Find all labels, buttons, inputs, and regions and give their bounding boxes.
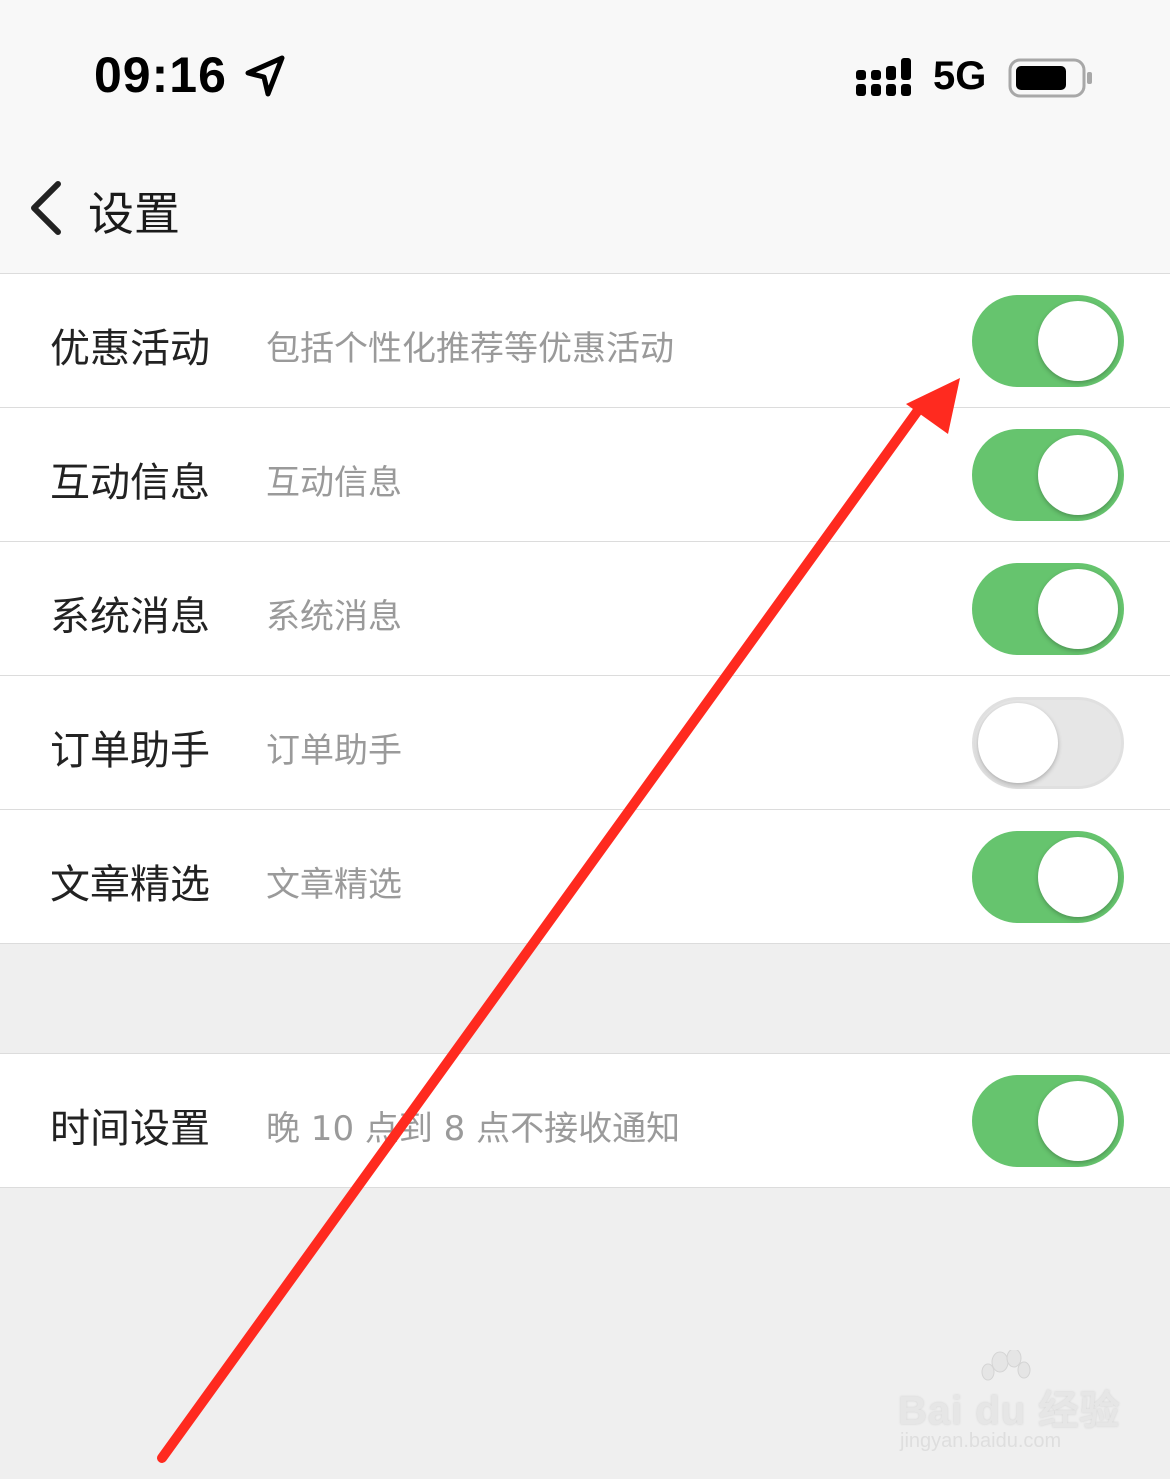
toggle-knob — [978, 703, 1058, 783]
status-bar: 09:16 5G — [0, 0, 1170, 140]
time-settings-list: 时间设置 晚 10 点到 8 点不接收通知 — [0, 1053, 1170, 1188]
order-assistant-toggle[interactable] — [972, 697, 1124, 789]
setting-row-order-assistant: 订单助手 订单助手 — [0, 676, 1170, 810]
setting-description: 订单助手 — [266, 731, 402, 771]
interactions-toggle[interactable] — [972, 429, 1124, 521]
setting-row-system-messages: 系统消息 系统消息 — [0, 542, 1170, 676]
network-type: 5G — [933, 54, 987, 98]
toggle-knob — [1038, 837, 1118, 917]
toggle-knob — [1038, 301, 1118, 381]
status-time: 09:16 — [94, 47, 227, 103]
watermark-brand: Bai du 经验 — [898, 1389, 1121, 1433]
setting-title: 系统消息 — [50, 594, 210, 640]
setting-row-featured-articles: 文章精选 文章精选 — [0, 810, 1170, 943]
navigation-bar: 设置 — [0, 140, 1170, 273]
time-setting-toggle[interactable] — [972, 1075, 1124, 1167]
setting-title: 优惠活动 — [50, 326, 210, 372]
signal-strength-icon — [856, 58, 911, 96]
promotions-toggle[interactable] — [972, 295, 1124, 387]
setting-title: 时间设置 — [50, 1106, 210, 1152]
setting-row-interactions: 互动信息 互动信息 — [0, 408, 1170, 542]
watermark-site: jingyan.baidu.com — [900, 1430, 1062, 1452]
notification-settings-list: 优惠活动 包括个性化推荐等优惠活动 互动信息 互动信息 系统消息 系统消息 订单… — [0, 273, 1170, 944]
location-arrow-icon — [245, 55, 285, 97]
toggle-knob — [1038, 1081, 1118, 1161]
setting-description: 文章精选 — [266, 865, 402, 905]
toggle-knob — [1038, 569, 1118, 649]
setting-title: 互动信息 — [50, 460, 210, 506]
setting-description: 系统消息 — [266, 597, 402, 637]
system-messages-toggle[interactable] — [972, 563, 1124, 655]
setting-description: 包括个性化推荐等优惠活动 — [266, 329, 674, 369]
setting-title: 文章精选 — [50, 862, 210, 908]
setting-description: 互动信息 — [266, 463, 402, 503]
toggle-knob — [1038, 435, 1118, 515]
featured-articles-toggle[interactable] — [972, 831, 1124, 923]
setting-title: 订单助手 — [50, 728, 210, 774]
setting-row-promotions: 优惠活动 包括个性化推荐等优惠活动 — [0, 274, 1170, 408]
battery-icon — [1008, 58, 1092, 98]
page-title: 设置 — [88, 187, 180, 241]
setting-row-time: 时间设置 晚 10 点到 8 点不接收通知 — [0, 1054, 1170, 1187]
back-chevron-icon[interactable] — [26, 178, 66, 238]
setting-description: 晚 10 点到 8 点不接收通知 — [266, 1109, 681, 1149]
